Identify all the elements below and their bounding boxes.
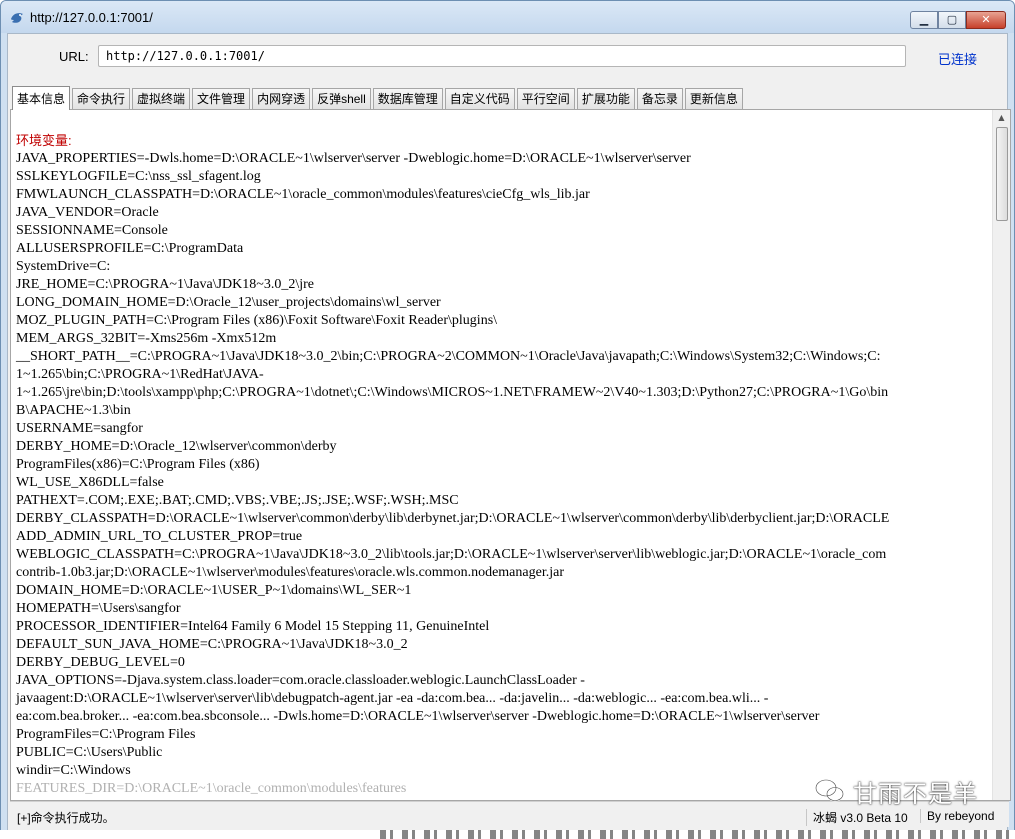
env-line: 1~1.265\jre\bin;D:\tools\xampp\php;C:\PR… [16,385,889,400]
minimize-button[interactable]: ▁ [910,11,938,29]
status-message: [+]命令执行成功。 [17,811,115,825]
window-controls: ▁ ▢ ✕ [910,11,1006,29]
env-line: DERBY_DEBUG_LEVEL=0 [16,655,185,670]
tab-memo[interactable]: 备忘录 [636,88,683,109]
tab-bar: 基本信息 命令执行 虚拟终端 文件管理 内网穿透 反弹shell 数据库管理 自… [12,86,745,110]
env-line: ADD_ADMIN_URL_TO_CLUSTER_PROP=true [16,529,303,544]
environment-variables: 环境变量: JAVA_PROPERTIES=-Dwls.home=D:\ORAC… [16,132,1010,798]
env-line: USERNAME=sangfor [16,421,143,436]
app-logo-icon [9,10,25,26]
vertical-scrollbar[interactable]: ▲ [992,110,1010,800]
url-label: URL: [59,49,89,64]
env-line: B\APACHE~1.3\bin [16,403,131,418]
env-line: FMWLAUNCH_CLASSPATH=D:\ORACLE~1\oracle_c… [16,187,590,202]
author-label: By rebeyond [920,809,994,823]
env-line: DOMAIN_HOME=D:\ORACLE~1\USER_P~1\domains… [16,583,412,598]
env-line: JAVA_PROPERTIES=-Dwls.home=D:\ORACLE~1\w… [16,151,691,166]
url-input[interactable] [98,45,906,67]
title-bar[interactable]: http://127.0.0.1:7001/ ▁ ▢ ✕ [1,1,1014,33]
tab-extensions[interactable]: 扩展功能 [576,88,635,109]
wechat-icon [815,778,845,804]
env-line: HOMEPATH=\Users\sangfor [16,601,181,616]
env-line: ProgramFiles(x86)=C:\Program Files (x86) [16,457,260,472]
env-line: SystemDrive=C: [16,259,111,274]
watermark-text: 甘雨不是羊 [853,779,978,808]
env-line: WEBLOGIC_CLASSPATH=C:\PROGRA~1\Java\JDK1… [16,547,887,562]
env-line: JAVA_OPTIONS=-Djava.system.class.loader=… [16,673,585,688]
env-line: PROCESSOR_IDENTIFIER=Intel64 Family 6 Mo… [16,619,490,634]
env-line: DEFAULT_SUN_JAVA_HOME=C:\PROGRA~1\Java\J… [16,637,408,652]
env-line: javaagent:D:\ORACLE~1\wlserver\server\li… [16,691,769,706]
env-line: 1~1.265\bin;C:\PROGRA~1\RedHat\JAVA- [16,367,264,382]
env-line: DERBY_CLASSPATH=D:\ORACLE~1\wlserver\com… [16,511,890,526]
env-line: MEM_ARGS_32BIT=-Xms256m -Xmx512m [16,331,277,346]
tab-database-manager[interactable]: 数据库管理 [372,88,443,109]
tab-basic-info[interactable]: 基本信息 [12,86,71,110]
tab-virtual-terminal[interactable]: 虚拟终端 [132,88,191,109]
env-line: JRE_HOME=C:\PROGRA~1\Java\JDK18~3.0_2\jr… [16,277,314,292]
window-title: http://127.0.0.1:7001/ [30,10,153,25]
client-area: URL: 已连接 基本信息 命令执行 虚拟终端 文件管理 内网穿透 反弹shel… [7,33,1011,830]
env-line: SSLKEYLOGFILE=C:\nss_ssl_sfagent.log [16,169,261,184]
env-line: ea:com.bea.broker... -ea:com.bea.sbconso… [16,709,820,724]
env-line: LONG_DOMAIN_HOME=D:\Oracle_12\user_proje… [16,295,441,310]
connection-status: 已连接 [938,52,978,67]
env-line: SESSIONNAME=Console [16,223,168,238]
tab-parallel-space[interactable]: 平行空间 [516,88,575,109]
app-window: http://127.0.0.1:7001/ ▁ ▢ ✕ URL: 已连接 基本… [0,0,1015,831]
info-panel[interactable]: 环境变量: JAVA_PROPERTIES=-Dwls.home=D:\ORAC… [10,109,1011,801]
scroll-thumb[interactable] [996,127,1008,221]
env-line: __SHORT_PATH__=C:\PROGRA~1\Java\JDK18~3.… [16,349,881,364]
env-line: ALLUSERSPROFILE=C:\ProgramData [16,241,244,256]
env-line: ProgramFiles=C:\Program Files [16,727,196,742]
env-line: WL_USE_X86DLL=false [16,475,164,490]
env-line: DERBY_HOME=D:\Oracle_12\wlserver\common\… [16,439,337,454]
tab-custom-code[interactable]: 自定义代码 [444,88,515,109]
tab-command-exec[interactable]: 命令执行 [72,88,131,109]
env-line: MOZ_PLUGIN_PATH=C:\Program Files (x86)\F… [16,313,498,328]
maximize-button[interactable]: ▢ [938,11,966,29]
env-line: contrib-1.0b3.jar;D:\ORACLE~1\wlserver\m… [16,565,564,580]
tab-reverse-shell[interactable]: 反弹shell [312,88,371,109]
tab-updates[interactable]: 更新信息 [684,88,743,109]
cropped-background-text [0,830,1015,839]
wechat-watermark: 甘雨不是羊 [815,774,995,808]
section-heading: 环境变量: [16,133,72,148]
env-line: JAVA_VENDOR=Oracle [16,205,159,220]
env-line: PUBLIC=C:\Users\Public [16,745,163,760]
scroll-up-arrow-icon[interactable]: ▲ [993,110,1010,126]
close-button[interactable]: ✕ [966,11,1006,29]
tab-file-manager[interactable]: 文件管理 [192,88,251,109]
env-lines: JAVA_PROPERTIES=-Dwls.home=D:\ORACLE~1\w… [16,150,1010,798]
env-line: PATHEXT=.COM;.EXE;.BAT;.CMD;.VBS;.VBE;.J… [16,493,459,508]
tab-intranet-tunnel[interactable]: 内网穿透 [252,88,311,109]
version-label: 冰蝎 v3.0 Beta 10 [806,809,908,826]
